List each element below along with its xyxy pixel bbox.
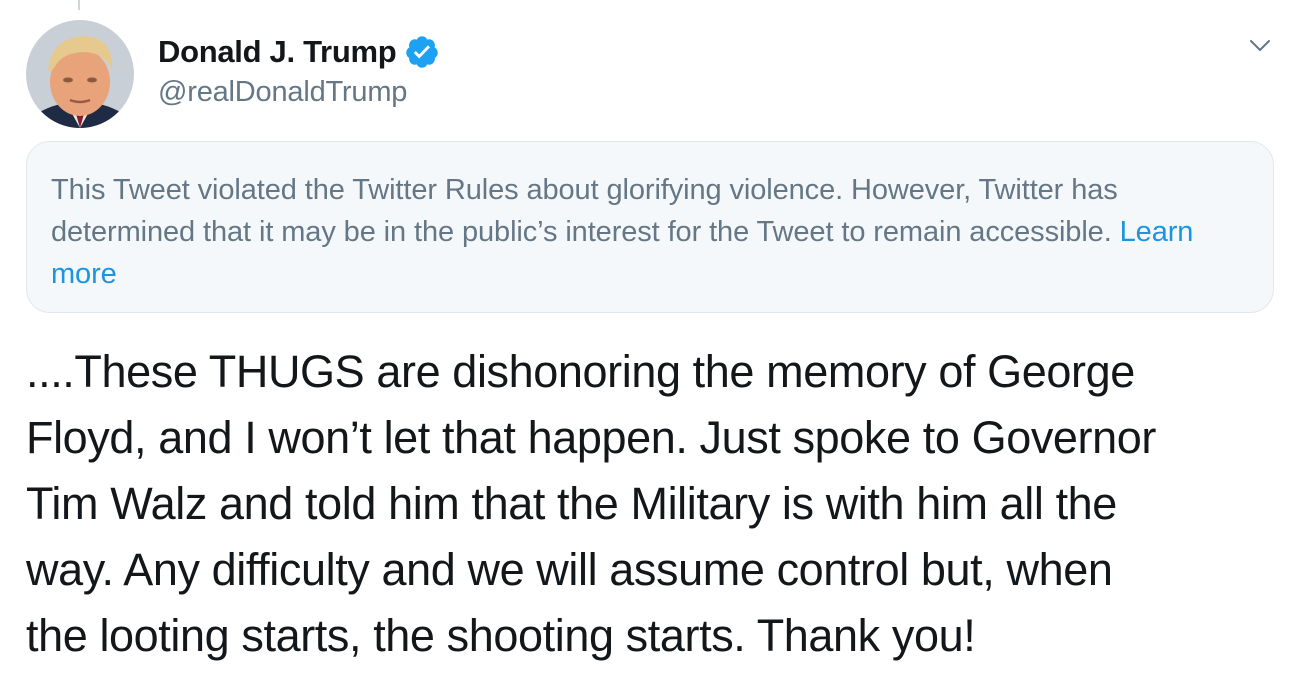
author-display-name[interactable]: Donald J. Trump <box>158 34 397 70</box>
avatar-image <box>26 20 134 128</box>
notice-text: This Tweet violated the Twitter Rules ab… <box>51 174 1118 248</box>
avatar[interactable] <box>26 20 134 128</box>
author-info[interactable]: Donald J. Trump @realDonaldTrump <box>158 30 440 109</box>
tweet-text-line: way. Any difficulty and we will assume c… <box>26 544 1113 595</box>
thread-connector-line <box>78 0 80 10</box>
verified-badge-icon <box>404 34 440 70</box>
tweet-text-line: ....These THUGS are dishonoring the memo… <box>26 346 1135 397</box>
tweet-menu-button[interactable] <box>1248 36 1272 56</box>
rules-violation-notice: This Tweet violated the Twitter Rules ab… <box>26 141 1274 313</box>
tweet-text-line: Floyd, and I won’t let that happen. Just… <box>26 412 1156 463</box>
author-handle[interactable]: @realDonaldTrump <box>158 76 440 109</box>
tweet-card: Donald J. Trump @realDonaldTrump This Tw… <box>0 0 1300 698</box>
author-name-row: Donald J. Trump <box>158 30 440 74</box>
tweet-text: ....These THUGS are dishonoring the memo… <box>26 339 1288 669</box>
tweet-text-line: Tim Walz and told him that the Military … <box>26 478 1117 529</box>
chevron-down-icon <box>1250 40 1270 51</box>
tweet-text-line: the looting starts, the shooting starts.… <box>26 610 976 661</box>
